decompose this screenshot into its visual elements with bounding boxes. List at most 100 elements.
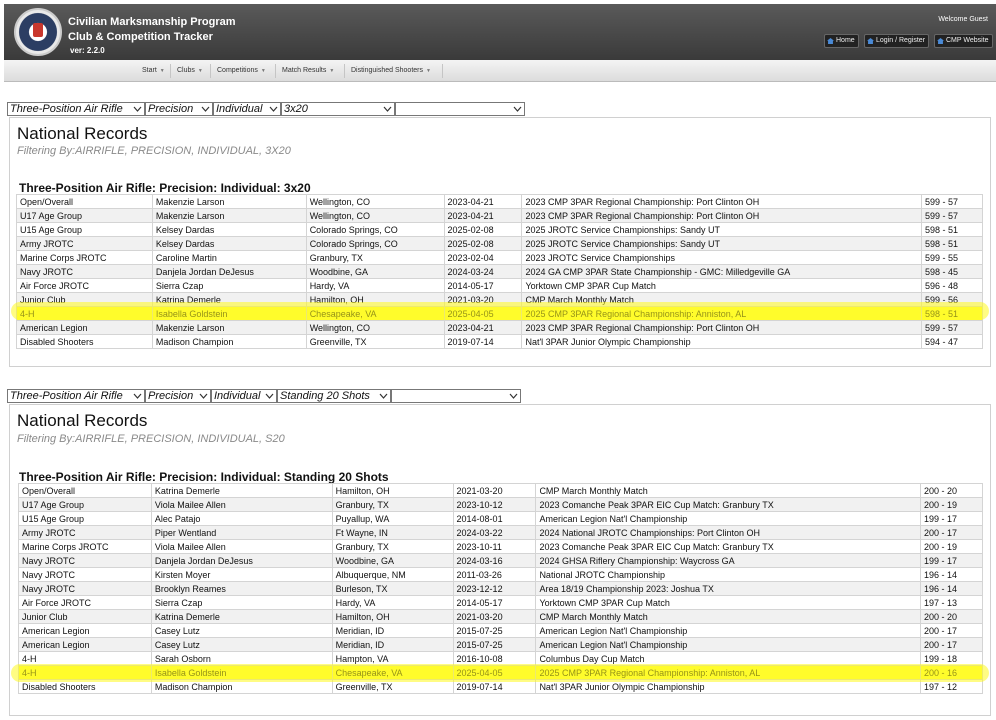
score-cell: 200 - 19 <box>920 539 983 554</box>
chevron-down-icon <box>509 393 518 399</box>
date-cell: 2016-10-08 <box>452 651 537 666</box>
table-row: 4-H Sarah Osborn Hampton, VA 2016-10-08 Colu… <box>18 651 983 666</box>
shooter-cell: Makenzie Larson <box>151 194 307 209</box>
match-cell: Area 18/19 Championship 2023: Joshua TX <box>535 581 922 596</box>
score-cell: 200 - 20 <box>920 609 983 624</box>
user-icon <box>867 38 874 44</box>
location-cell: Burleson, TX <box>331 581 454 596</box>
match-cell: 2025 CMP 3PAR Regional Championship: Ann… <box>521 306 923 321</box>
chevron-down-icon <box>513 106 522 112</box>
category-cell: Navy JROTC <box>18 553 152 568</box>
score-cell: 199 - 17 <box>920 553 983 568</box>
score-cell: 200 - 16 <box>920 665 983 680</box>
nav-distinguished-shooters[interactable]: Distinguished Shooters ▼ <box>345 60 437 82</box>
category-cell: Disabled Shooters <box>16 334 153 349</box>
table-row: 4-H Isabella Goldstein Chesapeake, VA 2025-… <box>18 665 983 680</box>
category-cell: American Legion <box>18 637 152 652</box>
category-cell: 4-H <box>18 651 152 666</box>
score-cell: 598 - 51 <box>921 222 983 237</box>
nav-clubs[interactable]: Clubs ▼ <box>171 60 209 82</box>
category-cell: Open/Overall <box>18 483 152 498</box>
shooter-cell: Katrina Demerle <box>150 609 333 624</box>
shooter-cell: Alec Patajo <box>150 511 333 526</box>
match-cell: 2024 GA CMP 3PAR State Championship - GM… <box>521 264 923 279</box>
category-cell: Marine Corps JROTC <box>18 539 152 554</box>
table-row: American Legion Makenzie Larson Wellington… <box>16 320 983 335</box>
chevron-down-icon: ▼ <box>197 68 203 74</box>
class-select[interactable]: Precision <box>145 102 213 116</box>
location-cell: Colorado Springs, CO <box>305 222 445 237</box>
match-cell: CMP March Monthly Match <box>521 292 923 307</box>
category-cell: Navy JROTC <box>18 567 152 582</box>
date-cell: 2023-04-21 <box>443 194 523 209</box>
score-cell: 200 - 19 <box>920 497 983 512</box>
chevron-down-icon: ▼ <box>260 68 266 74</box>
location-cell: Woodbine, GA <box>305 264 445 279</box>
category-cell: Junior Club <box>18 609 152 624</box>
event-select[interactable]: Standing 20 Shots <box>277 389 391 403</box>
date-cell: 2023-04-21 <box>443 320 523 335</box>
nav-competitions[interactable]: Competitions ▼ <box>211 60 272 82</box>
category-cell: U15 Age Group <box>18 511 152 526</box>
score-cell: 599 - 57 <box>921 208 983 223</box>
shooter-cell: Isabella Goldstein <box>151 306 307 321</box>
class-select[interactable]: Precision <box>145 389 211 403</box>
category-cell: Junior Club <box>16 292 153 307</box>
chevron-down-icon <box>383 106 392 112</box>
table-row: 4-H Isabella Goldstein Chesapeake, VA 2025-… <box>16 306 983 321</box>
shooter-cell: Sarah Osborn <box>150 651 333 666</box>
date-cell: 2014-05-17 <box>443 278 523 293</box>
shooter-cell: Madison Champion <box>151 334 307 349</box>
date-cell: 2019-07-14 <box>452 679 537 694</box>
nav-match-results[interactable]: Match Results ▼ <box>276 60 340 82</box>
app-title: Civilian Marksmanship Program <box>68 16 236 28</box>
chevron-down-icon: ▼ <box>329 68 335 74</box>
match-cell: Nat'l 3PAR Junior Olympic Championship <box>521 334 923 349</box>
main-nav: Start ▼ Clubs ▼ Competitions ▼ Match Result… <box>4 60 996 82</box>
category-cell: Navy JROTC <box>18 581 152 596</box>
type-select[interactable]: Individual <box>211 389 277 403</box>
category-cell: American Legion <box>18 623 152 638</box>
date-cell: 2024-03-16 <box>452 553 537 568</box>
cmp-website-button[interactable]: CMP Website <box>934 34 993 48</box>
event-select[interactable]: 3x20 <box>281 102 395 116</box>
category-cell: 4-H <box>18 665 152 680</box>
extra-select[interactable] <box>395 102 525 116</box>
nav-start[interactable]: Start ▼ <box>136 60 171 82</box>
date-cell: 2025-02-08 <box>443 236 523 251</box>
table-row: Navy JROTC Kirsten Moyer Albuquerque, NM 20… <box>18 567 983 582</box>
table-row: U15 Age Group Kelsey Dardas Colorado Sprin… <box>16 222 983 237</box>
discipline-select[interactable]: Three-Position Air Rifle <box>7 102 145 116</box>
match-cell: American Legion Nat'l Championship <box>535 623 922 638</box>
shooter-cell: Katrina Demerle <box>151 292 307 307</box>
cmp-logo[interactable] <box>14 8 62 56</box>
date-cell: 2025-02-08 <box>443 222 523 237</box>
match-cell: 2023 CMP 3PAR Regional Championship: Por… <box>521 194 923 209</box>
login-register-button[interactable]: Login / Register <box>864 34 930 48</box>
type-select[interactable]: Individual <box>213 102 281 116</box>
location-cell: Hamilton, OH <box>305 292 445 307</box>
table-row: Navy JROTC Danjela Jordan DeJesus Woodbine… <box>18 553 983 568</box>
category-cell: Open/Overall <box>16 194 153 209</box>
table-row: Disabled Shooters Madison Champion Greenvi… <box>18 679 983 694</box>
score-cell: 196 - 14 <box>920 567 983 582</box>
score-cell: 599 - 57 <box>921 194 983 209</box>
date-cell: 2011-03-26 <box>452 567 537 582</box>
shooter-cell: Caroline Martin <box>151 250 307 265</box>
chevron-down-icon <box>133 393 142 399</box>
score-cell: 596 - 48 <box>921 278 983 293</box>
extra-select[interactable] <box>391 389 521 403</box>
date-cell: 2023-10-11 <box>452 539 537 554</box>
shooter-cell: Kelsey Dardas <box>151 236 307 251</box>
table-row: Marine Corps JROTC Viola Mailee Allen Gran… <box>18 539 983 554</box>
date-cell: 2014-05-17 <box>452 595 537 610</box>
score-cell: 199 - 18 <box>920 651 983 666</box>
table-row: Marine Corps JROTC Caroline Martin Granbur… <box>16 250 983 265</box>
records-heading: Three-Position Air Rifle: Precision: Ind… <box>19 181 311 195</box>
score-cell: 200 - 17 <box>920 637 983 652</box>
category-cell: 4-H <box>16 306 153 321</box>
score-cell: 598 - 45 <box>921 264 983 279</box>
home-button[interactable]: Home <box>824 34 859 48</box>
shooter-cell: Kelsey Dardas <box>151 222 307 237</box>
discipline-select[interactable]: Three-Position Air Rifle <box>7 389 145 403</box>
